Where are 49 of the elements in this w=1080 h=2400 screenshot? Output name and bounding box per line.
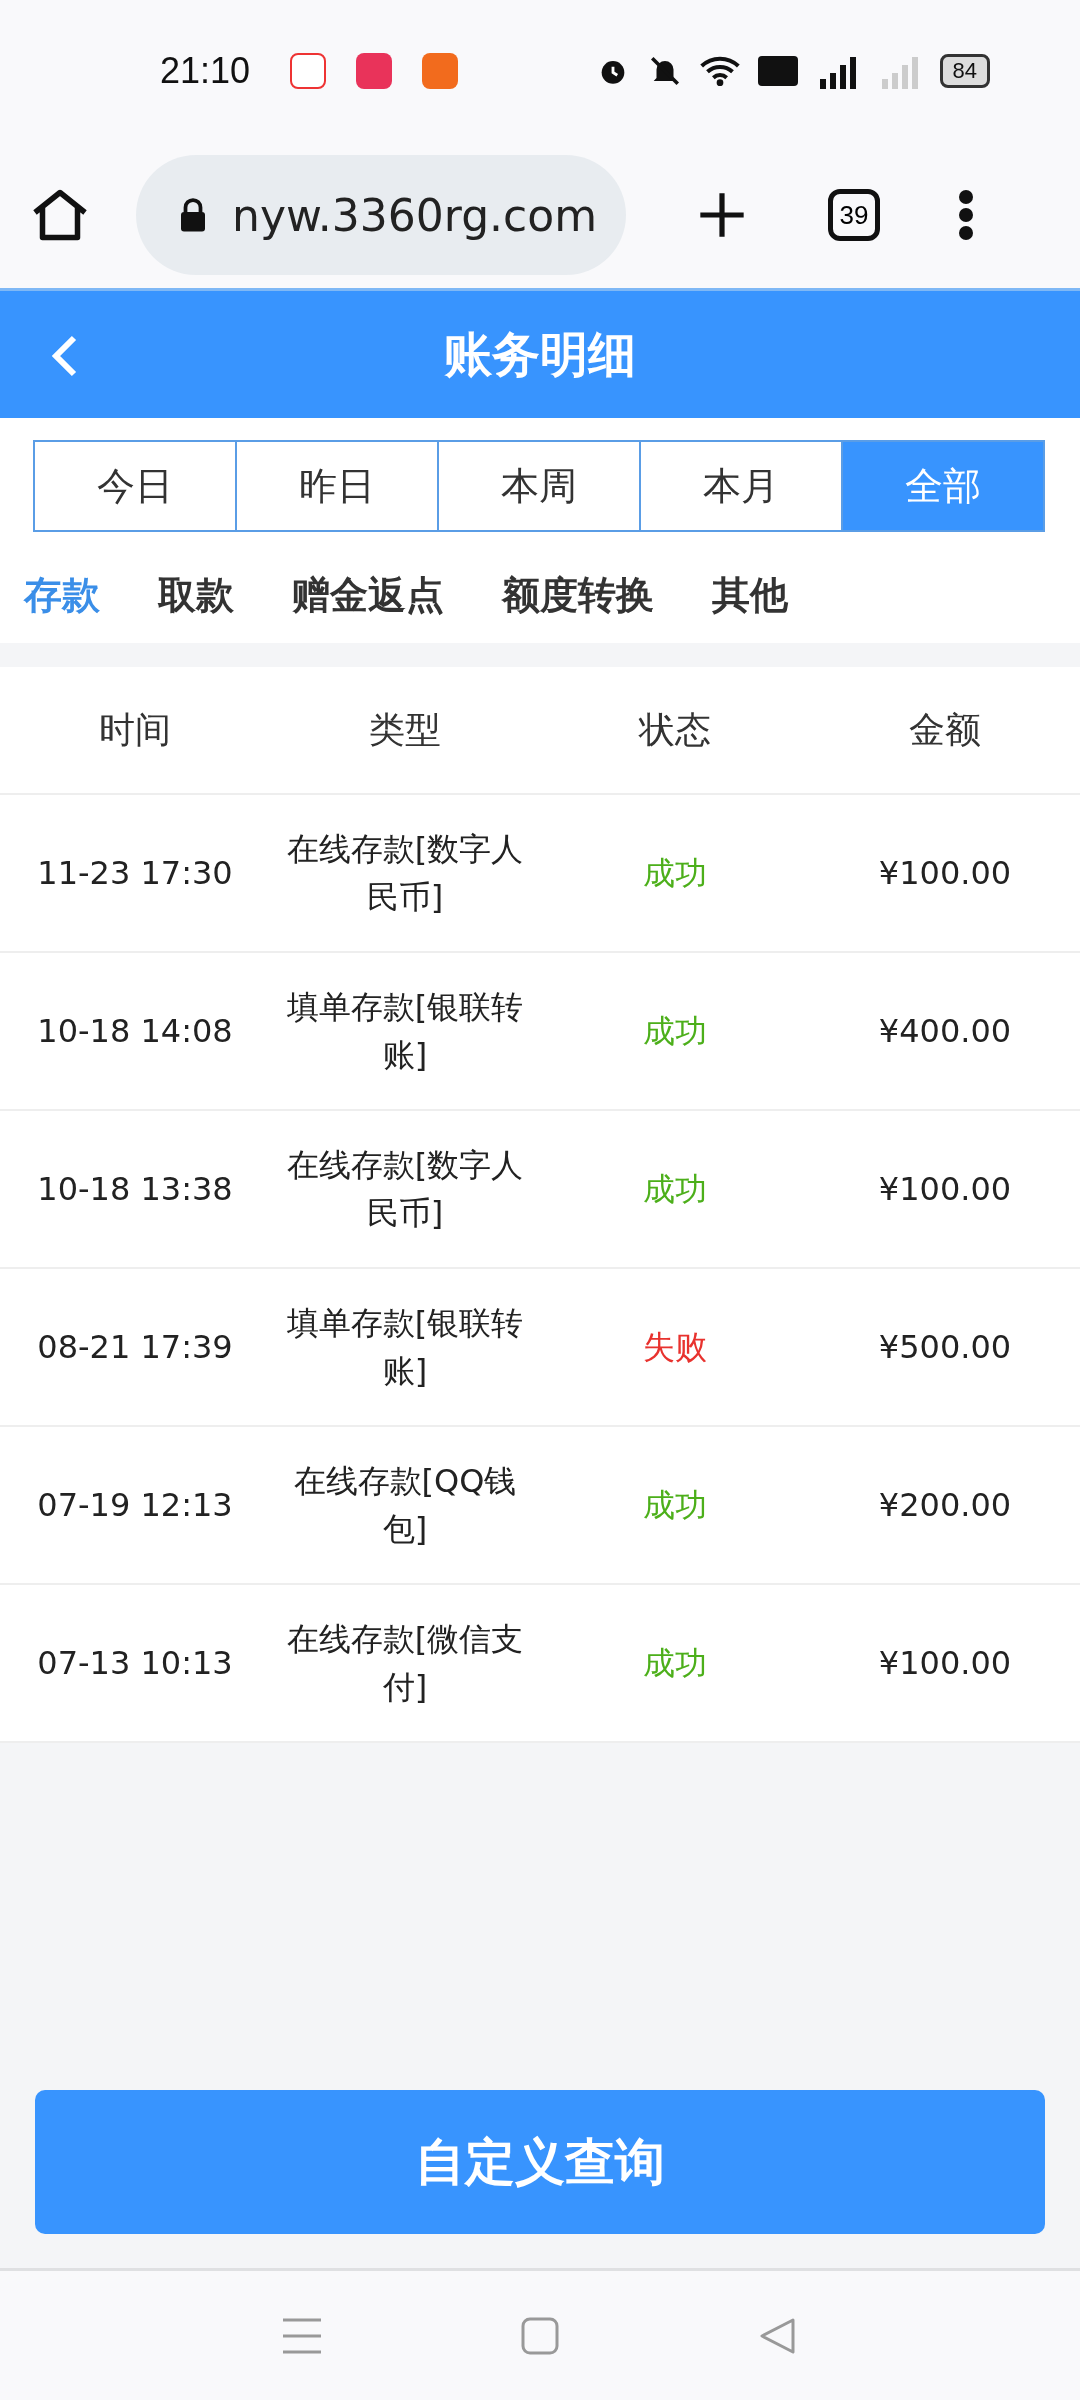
type-cell-text: 在线存款[数字人民币] (285, 1145, 525, 1234)
app-icon (356, 53, 393, 89)
status-cell-text: 成功 (642, 1169, 708, 1210)
status-cell-text: 成功 (642, 1643, 708, 1684)
status-cell-text: 失败 (642, 1327, 708, 1368)
column-header: 时间 (98, 708, 172, 752)
period-tab[interactable]: 今日 (33, 440, 237, 532)
category-tab[interactable]: 取款 (158, 570, 234, 621)
battery-level: 84 (939, 54, 990, 88)
wifi-icon (699, 54, 740, 88)
column-header: 类型 (368, 708, 442, 752)
time-cell-text: 07-19 12:13 (36, 1485, 234, 1526)
time-cell-text: 07-13 10:13 (36, 1643, 234, 1684)
menu-icon[interactable] (958, 189, 974, 241)
time-cell-text: 11-23 17:30 (36, 853, 234, 894)
amount-cell-text: ¥400.00 (877, 1011, 1013, 1052)
column-header: 状态 (637, 708, 712, 752)
amount-cell-text: ¥100.00 (877, 1643, 1013, 1684)
page-title: 账务明细 (444, 324, 636, 384)
period-tab[interactable]: 本周 (437, 440, 641, 532)
url-field[interactable]: nyw.3360rg.com (136, 155, 626, 275)
tab-count-button[interactable]: 39 (828, 189, 880, 241)
type-cell-text: 在线存款[数字人民币] (285, 829, 525, 918)
app-icon (422, 53, 459, 89)
amount-cell-text: ¥100.00 (877, 853, 1013, 894)
status-cell-text: 成功 (642, 1485, 708, 1526)
period-tab[interactable]: 昨日 (235, 440, 439, 532)
category-tab[interactable]: 赠金返点 (292, 570, 444, 621)
type-cell-text: 填单存款[银联转账] (285, 1303, 525, 1392)
back-icon[interactable] (759, 2316, 797, 2355)
type-cell-text: 在线存款[QQ钱包] (292, 1461, 518, 1550)
type-cell-text: 在线存款[微信支付] (285, 1619, 525, 1708)
time-cell-text: 10-18 13:38 (36, 1169, 234, 1210)
home-icon[interactable] (30, 187, 90, 243)
period-tab[interactable]: 本月 (639, 440, 843, 532)
amount-cell-text: ¥500.00 (877, 1327, 1013, 1368)
time-cell-text: 08-21 17:39 (36, 1327, 234, 1368)
category-tab[interactable]: 额度转换 (502, 570, 654, 621)
status-cell-text: 成功 (642, 853, 708, 894)
status-time: 21:10 (160, 50, 251, 92)
time-cell-text: 10-18 14:08 (36, 1011, 234, 1052)
category-tab[interactable]: 其他 (712, 570, 788, 621)
status-cell-text: 成功 (642, 1011, 708, 1052)
app-icon (290, 53, 327, 89)
column-header: 金额 (908, 708, 982, 752)
amount-cell-text: ¥200.00 (877, 1485, 1013, 1526)
type-cell-text: 填单存款[银联转账] (285, 987, 525, 1076)
lock-icon (178, 197, 208, 233)
amount-cell-text: ¥100.00 (877, 1169, 1013, 1210)
